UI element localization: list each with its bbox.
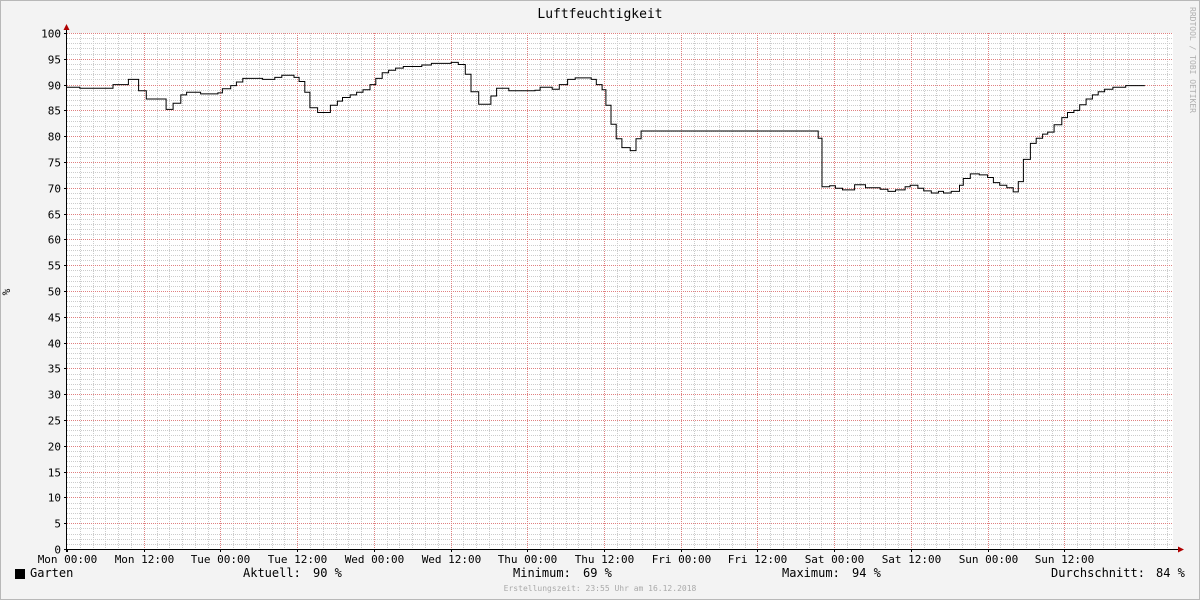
y-tick-label: 45 xyxy=(48,312,61,325)
legend: Garten Aktuell: 90 % Minimum: 69 % Maxim… xyxy=(0,566,1200,584)
x-tick-label: Mon 12:00 xyxy=(115,553,175,566)
x-tick-label: Tue 12:00 xyxy=(268,553,328,566)
y-tick-label: 90 xyxy=(48,80,61,93)
y-tick-label: 25 xyxy=(48,415,61,428)
watermark: RRDTOOL / TOBI OETIKER xyxy=(1188,7,1197,113)
y-tick-label: 100 xyxy=(41,28,61,41)
y-tick-label: 95 xyxy=(48,54,61,67)
x-tick-label: Sun 00:00 xyxy=(959,553,1019,566)
average-value: 84 % xyxy=(1156,566,1185,580)
y-tick-label: 50 xyxy=(48,286,61,299)
x-tick-label: Wed 00:00 xyxy=(345,553,405,566)
x-tick-label: Mon 00:00 xyxy=(38,553,98,566)
maximum-label: Maximum: xyxy=(782,566,840,580)
x-tick-label: Sat 00:00 xyxy=(805,553,865,566)
minimum-label: Minimum: xyxy=(513,566,571,580)
y-tick-label: 60 xyxy=(48,234,61,247)
minimum-value: 69 % xyxy=(583,566,612,580)
current-label: Aktuell: xyxy=(243,566,301,580)
chart-title: Luftfeuchtigkeit xyxy=(537,7,662,22)
footer-timestamp: Erstellungszeit: 23:55 Uhr am 16.12.2018 xyxy=(503,584,697,593)
x-tick-label: Fri 12:00 xyxy=(728,553,788,566)
y-tick-label: 30 xyxy=(48,389,61,402)
legend-series-name: Garten xyxy=(30,566,74,580)
average-label: Durchschnitt: xyxy=(1051,566,1145,580)
x-axis-arrow xyxy=(1178,546,1184,553)
x-tick-label: Sat 12:00 xyxy=(882,553,942,566)
y-axis-arrow xyxy=(63,24,70,30)
y-tick-label: 35 xyxy=(48,363,61,376)
y-tick-label: 10 xyxy=(48,492,61,505)
x-tick-label: Tue 00:00 xyxy=(191,553,251,566)
y-tick-label: 15 xyxy=(48,467,61,480)
x-tick-label: Thu 12:00 xyxy=(575,553,635,566)
x-tick-label: Thu 00:00 xyxy=(498,553,558,566)
y-tick-label: 40 xyxy=(48,338,61,351)
y-tick-label: 55 xyxy=(48,260,61,273)
y-tick-label: 5 xyxy=(54,518,61,531)
y-tick-label: 75 xyxy=(48,157,61,170)
chart: Luftfeuchtigkeit % RRDTOOL / TOBI OETIKE… xyxy=(0,0,1200,600)
y-tick-label: 65 xyxy=(48,209,61,222)
y-tick-label: 20 xyxy=(48,441,61,454)
x-tick-labels: Mon 00:00 Mon 12:00 Tue 00:00 Tue 12:00 Wed … xyxy=(38,549,1095,566)
y-tick-label: 80 xyxy=(48,131,61,144)
legend-swatch xyxy=(15,569,25,579)
y-tick-label: 70 xyxy=(48,183,61,196)
y-axis-label: % xyxy=(0,288,13,295)
y-tick-labels: 0510152025303540455055606570758085909510… xyxy=(41,28,67,557)
x-tick-label: Fri 00:00 xyxy=(652,553,712,566)
x-tick-label: Wed 12:00 xyxy=(422,553,482,566)
x-tick-label: Sun 12:00 xyxy=(1035,553,1095,566)
current-value: 90 % xyxy=(313,566,342,580)
y-tick-label: 85 xyxy=(48,105,61,118)
maximum-value: 94 % xyxy=(852,566,881,580)
